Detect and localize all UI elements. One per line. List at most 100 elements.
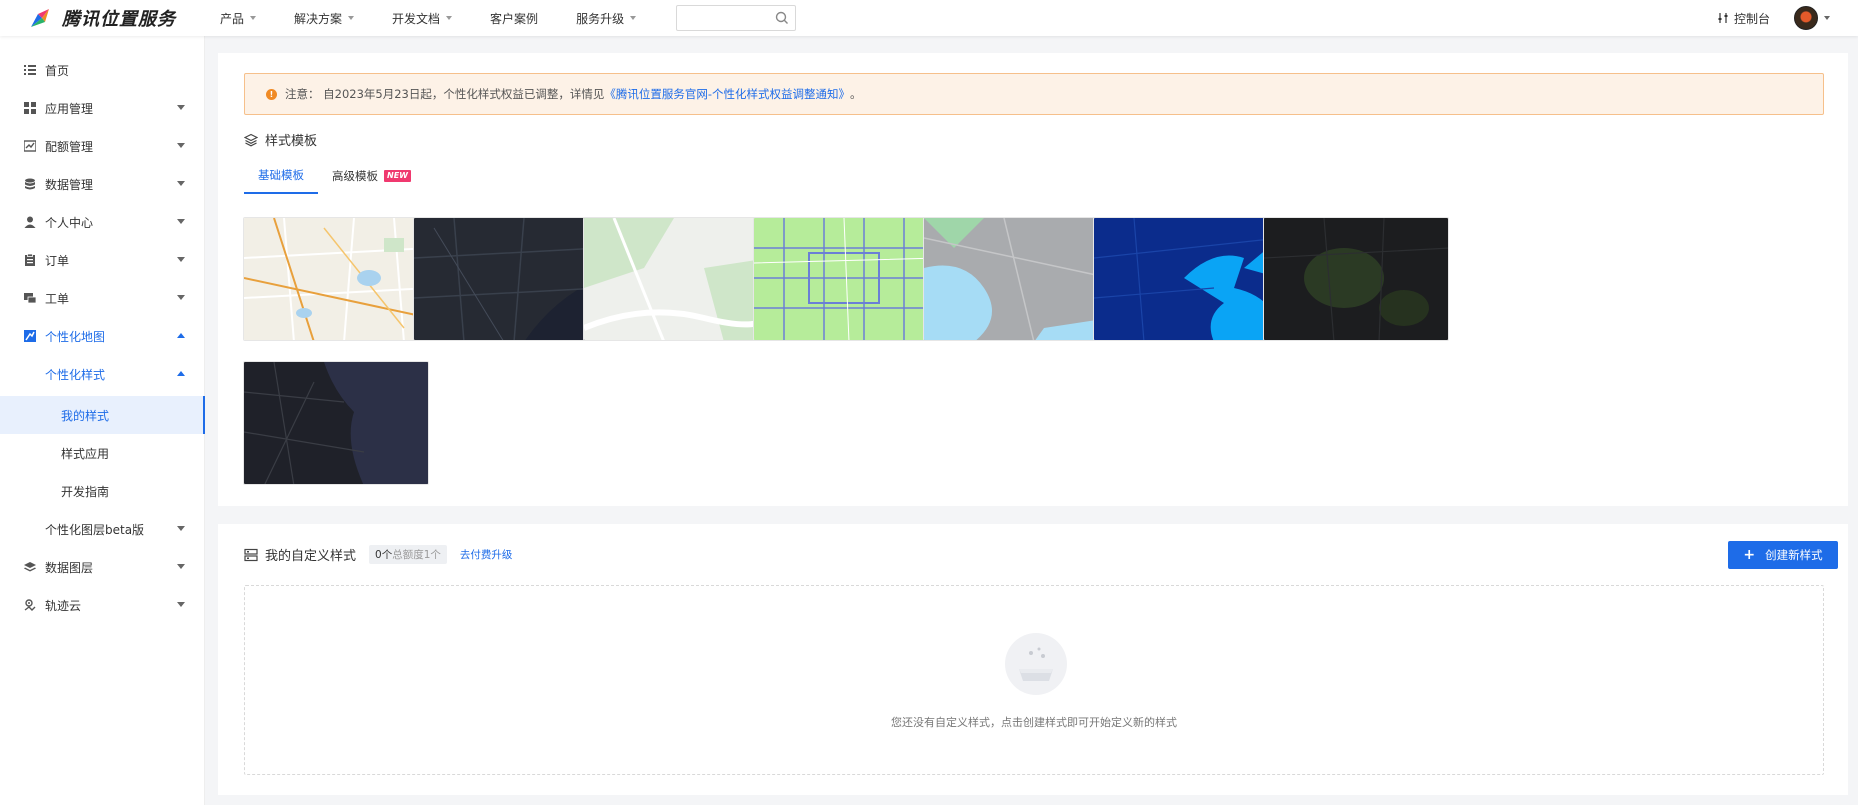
chevron-down-icon	[630, 16, 637, 20]
console-label: 控制台	[1733, 11, 1770, 26]
sidebar-item-custom-layer[interactable]: 个性化图层beta版	[0, 510, 205, 548]
sidebar-item-quota[interactable]: 配额管理	[0, 127, 205, 165]
warning-icon: !	[266, 88, 277, 100]
console-link[interactable]: 控制台	[1717, 10, 1770, 27]
tab-advanced-templates[interactable]: 高级模板 NEW	[318, 158, 425, 194]
chevron-down-icon	[177, 295, 185, 300]
chevron-down-icon	[177, 219, 185, 224]
templates-title: 样式模板	[244, 130, 317, 149]
template-tile-deep-blue[interactable]	[1093, 217, 1279, 341]
style-list-icon	[244, 548, 258, 561]
nav-solutions-label: 解决方案	[294, 11, 343, 26]
nav-products[interactable]: 产品	[220, 10, 257, 27]
sidebar-item-label: 数据图层	[45, 560, 94, 575]
nav-solutions[interactable]: 解决方案	[294, 10, 355, 27]
layers-icon	[244, 133, 258, 146]
template-tile-black-green[interactable]	[1263, 217, 1449, 341]
brand-logo[interactable]: 腾讯位置服务	[28, 5, 198, 31]
sidebar-item-label: 个性化样式	[45, 367, 106, 382]
style-templates-card: ! 注意： 自2023年5月23日起，个性化样式权益已调整，详情见 《腾讯位置服…	[218, 53, 1848, 506]
brand-name: 腾讯位置服务	[62, 9, 176, 30]
sidebar-item-profile[interactable]: 个人中心	[0, 203, 205, 241]
empty-state-text: 您还没有自定义样式，点击创建样式即可开始定义新的样式	[891, 716, 1177, 729]
sidebar-item-label: 订单	[45, 253, 70, 268]
sidebar-item-tickets[interactable]: 工单	[0, 279, 205, 317]
nav-cases[interactable]: 客户案例	[490, 10, 538, 27]
sidebar-item-label: 配额管理	[45, 139, 94, 154]
custom-styles-title: 我的自定义样式	[265, 549, 357, 564]
clipboard-icon	[25, 254, 35, 266]
quota-used: 0个	[375, 549, 393, 561]
search-input[interactable]	[677, 6, 768, 30]
chevron-down-icon	[177, 257, 185, 262]
map-style-icon	[24, 330, 36, 342]
create-style-button[interactable]: + 创建新样式	[1728, 541, 1838, 569]
template-tile-fresh-green[interactable]	[753, 217, 939, 341]
user-area: 控制台	[1717, 0, 1830, 36]
chevron-down-icon	[250, 16, 257, 20]
nav-docs-label: 开发文档	[392, 11, 441, 26]
list-icon	[24, 65, 36, 75]
chevron-down-icon	[177, 105, 185, 110]
plus-icon: +	[1743, 547, 1756, 563]
template-tabs: 基础模板 高级模板 NEW	[244, 158, 425, 194]
sidebar-item-dev-guide[interactable]: 开发指南	[0, 472, 205, 510]
sidebar-item-label: 数据管理	[45, 177, 94, 192]
notice-suffix: 。	[850, 87, 862, 101]
sidebar-item-data[interactable]: 数据管理	[0, 165, 205, 203]
sidebar-item-data-layer[interactable]: 数据图层	[0, 548, 205, 586]
nav-products-label: 产品	[220, 11, 245, 26]
nav-upgrade[interactable]: 服务升级	[576, 10, 637, 27]
sidebar-item-custom-map[interactable]: 个性化地图	[0, 317, 205, 355]
chevron-down-icon	[348, 16, 355, 20]
sidebar-item-label: 应用管理	[45, 101, 94, 116]
sidebar-item-label: 首页	[45, 63, 70, 78]
chart-icon	[24, 140, 36, 152]
empty-box-icon	[1005, 633, 1067, 695]
track-icon	[24, 599, 36, 611]
sidebar-item-label: 样式应用	[61, 446, 110, 461]
quota-badge: 0个总额度1个	[369, 545, 447, 564]
notice-link[interactable]: 《腾讯位置服务官网-个性化样式权益调整通知》	[604, 86, 850, 102]
sliders-icon	[1718, 13, 1728, 23]
nav-cases-label: 客户案例	[490, 11, 539, 26]
nav-docs[interactable]: 开发文档	[392, 10, 453, 27]
avatar[interactable]	[1794, 6, 1818, 30]
chevron-down-icon	[177, 602, 185, 607]
sidebar: 首页 应用管理 配额管理 数据管理 个人中心 订单 工单 个性化地图 个性化样式	[0, 36, 205, 805]
notice-text: 注意： 自2023年5月23日起，个性化样式权益已调整，详情见	[285, 87, 605, 101]
templates-title-label: 样式模板	[265, 134, 318, 149]
tab-label: 高级模板	[332, 169, 378, 183]
grid-icon	[24, 102, 36, 114]
chevron-down-icon[interactable]	[1824, 16, 1830, 20]
chevron-down-icon	[446, 16, 453, 20]
template-tile-gray-water[interactable]	[923, 217, 1109, 341]
chevron-down-icon	[177, 526, 185, 531]
sidebar-item-label: 个性化图层beta版	[45, 522, 145, 537]
tab-label: 基础模板	[258, 168, 304, 182]
template-tile-light-green[interactable]	[583, 217, 769, 341]
template-tile-midnight[interactable]	[243, 361, 429, 485]
template-tile-standard[interactable]	[243, 217, 429, 341]
notice-banner: ! 注意： 自2023年5月23日起，个性化样式权益已调整，详情见 《腾讯位置服…	[244, 73, 1824, 115]
sidebar-item-style-apply[interactable]: 样式应用	[0, 434, 205, 472]
search-box	[676, 5, 797, 31]
search-icon[interactable]	[775, 11, 789, 25]
sidebar-item-orders[interactable]: 订单	[0, 241, 205, 279]
sidebar-item-track-cloud[interactable]: 轨迹云	[0, 586, 205, 624]
sidebar-item-custom-style[interactable]: 个性化样式	[0, 355, 205, 393]
sidebar-item-label: 个性化地图	[45, 329, 106, 344]
new-badge: NEW	[384, 170, 411, 182]
sidebar-item-apps[interactable]: 应用管理	[0, 89, 205, 127]
empty-state: 您还没有自定义样式，点击创建样式即可开始定义新的样式	[244, 585, 1824, 775]
sidebar-item-label: 个人中心	[45, 215, 94, 230]
upgrade-link[interactable]: 去付费升级	[460, 547, 513, 562]
tencent-location-logo-icon	[28, 6, 52, 30]
template-tile-dark-night[interactable]	[413, 217, 599, 341]
create-style-label: 创建新样式	[1765, 548, 1823, 562]
tab-basic-templates[interactable]: 基础模板	[244, 158, 318, 194]
sidebar-item-home[interactable]: 首页	[0, 51, 205, 89]
sidebar-item-my-styles[interactable]: 我的样式	[0, 396, 205, 434]
layers-icon	[24, 562, 36, 572]
sidebar-item-label: 开发指南	[61, 484, 110, 499]
